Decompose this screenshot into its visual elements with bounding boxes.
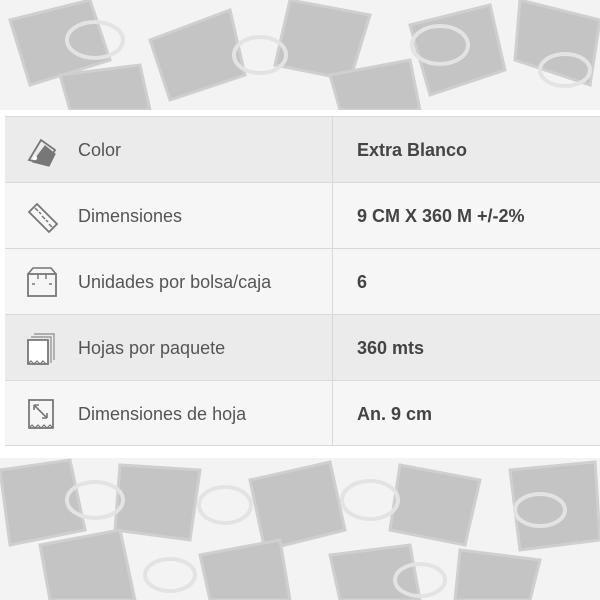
spec-label-cell: Hojas por paquete bbox=[5, 315, 333, 380]
spec-label-cell: Unidades por bolsa/caja bbox=[5, 249, 333, 314]
spec-value: 9 CM X 360 M +/-2% bbox=[357, 206, 525, 226]
spec-label: Color bbox=[78, 140, 122, 160]
box-icon bbox=[27, 267, 57, 297]
spec-value: Extra Blanco bbox=[357, 140, 468, 160]
resize-sheet-icon bbox=[28, 399, 54, 429]
spec-label-cell: Dimensiones de hoja bbox=[5, 381, 333, 445]
spec-row-unidades: Unidades por bolsa/caja 6 bbox=[5, 248, 600, 314]
spec-value: An. 9 cm bbox=[357, 404, 433, 424]
product-spec-table: Color Extra Blanco Dimensiones 9 CM X 36… bbox=[0, 110, 600, 458]
spec-row-dimensiones-hoja: Dimensiones de hoja An. 9 cm bbox=[5, 380, 600, 446]
spec-label-cell: Dimensiones bbox=[5, 183, 333, 248]
spec-row-hojas: Hojas por paquete 360 mts bbox=[5, 314, 600, 380]
spec-row-color: Color Extra Blanco bbox=[5, 116, 600, 182]
spec-value: 360 mts bbox=[357, 338, 425, 358]
spec-label: Dimensiones de hoja bbox=[78, 404, 247, 424]
sheets-icon bbox=[27, 333, 55, 365]
spec-label: Unidades por bolsa/caja bbox=[78, 272, 272, 292]
spec-value: 6 bbox=[357, 272, 368, 292]
spec-row-dimensiones: Dimensiones 9 CM X 360 M +/-2% bbox=[5, 182, 600, 248]
spec-label-cell: Color bbox=[5, 117, 333, 182]
spec-label: Dimensiones bbox=[78, 206, 183, 226]
color-swatch-icon bbox=[27, 138, 57, 167]
spec-label: Hojas por paquete bbox=[78, 338, 226, 358]
ruler-icon bbox=[27, 202, 59, 234]
